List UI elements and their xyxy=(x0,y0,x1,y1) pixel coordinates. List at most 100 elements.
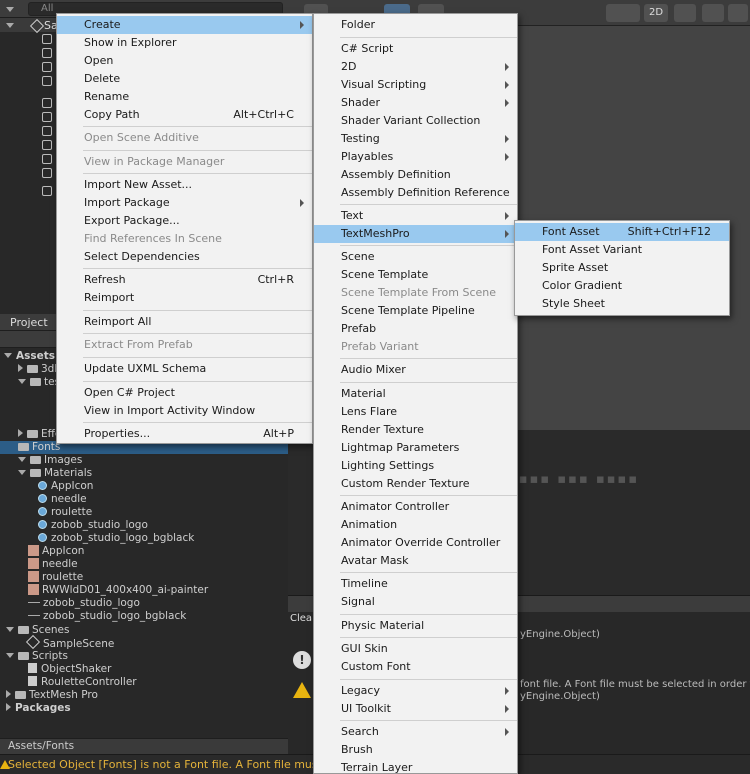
tree-item-zobob-studio-logo-bgblack[interactable]: zobob_studio_logo_bgblack xyxy=(28,610,186,623)
clear-button[interactable]: Clea xyxy=(290,613,312,624)
tree-item-images[interactable]: Images xyxy=(18,454,82,467)
context-menu-item-create[interactable]: Create xyxy=(57,16,312,34)
context-menu-item-export-package[interactable]: Export Package... xyxy=(57,212,312,230)
expand-icon[interactable] xyxy=(6,23,14,28)
lighting-toggle-button[interactable] xyxy=(674,4,696,22)
create-menu-item-testing[interactable]: Testing xyxy=(314,130,517,148)
create-menu-item-assembly-definition-reference[interactable]: Assembly Definition Reference xyxy=(314,184,517,202)
create-menu-item-2d[interactable]: 2D xyxy=(314,58,517,76)
tree-item-zobob-studio-logo[interactable]: zobob_studio_logo xyxy=(38,519,148,532)
context-menu-item-delete[interactable]: Delete xyxy=(57,70,312,88)
context-menu-item-reimport-all[interactable]: Reimport All xyxy=(57,313,312,331)
context-menu-item-import-package[interactable]: Import Package xyxy=(57,194,312,212)
create-menu-item-lighting-settings[interactable]: Lighting Settings xyxy=(314,457,517,475)
context-menu-item-open[interactable]: Open xyxy=(57,52,312,70)
tree-item-zobob-studio-logo-bgblack[interactable]: zobob_studio_logo_bgblack xyxy=(38,532,194,545)
create-menu-item-search[interactable]: Search xyxy=(314,723,517,741)
tree-item-objectshaker[interactable]: ObjectShaker xyxy=(28,663,111,676)
context-menu-item-rename[interactable]: Rename xyxy=(57,88,312,106)
tree-item-assets[interactable]: Assets xyxy=(4,350,55,363)
create-menu-item-terrain-layer[interactable]: Terrain Layer xyxy=(314,759,517,774)
create-menu-item-shader-variant-collection[interactable]: Shader Variant Collection xyxy=(314,112,517,130)
textmeshpro-menu-item-style-sheet[interactable]: Style Sheet xyxy=(515,295,729,313)
effects-toggle-button[interactable] xyxy=(728,4,748,22)
create-menu-item-custom-render-texture[interactable]: Custom Render Texture xyxy=(314,475,517,493)
tree-item-scripts[interactable]: Scripts xyxy=(6,650,68,663)
expanded-arrow-icon[interactable] xyxy=(6,627,14,632)
create-menu-item-physic-material[interactable]: Physic Material xyxy=(314,617,517,635)
create-menu-item-animation[interactable]: Animation xyxy=(314,516,517,534)
sprite-icon xyxy=(28,602,40,603)
collapsed-arrow-icon[interactable] xyxy=(18,429,23,437)
context-menu-item-show-in-explorer[interactable]: Show in Explorer xyxy=(57,34,312,52)
collapsed-arrow-icon[interactable] xyxy=(18,364,23,372)
gizmo-dropdown-button[interactable] xyxy=(606,4,640,22)
tree-item-zobob-studio-logo[interactable]: zobob_studio_logo xyxy=(28,597,140,610)
context-menu-item-update-uxml-schema[interactable]: Update UXML Schema xyxy=(57,360,312,378)
tree-item-appicon[interactable]: AppIcon xyxy=(38,480,93,493)
collapsed-arrow-icon[interactable] xyxy=(6,690,11,698)
expanded-arrow-icon[interactable] xyxy=(4,353,12,358)
tree-item-textmesh-pro[interactable]: TextMesh Pro xyxy=(6,689,98,702)
toggle-2d-button[interactable]: 2D xyxy=(644,4,668,22)
tree-item-tes[interactable]: tes xyxy=(18,376,60,389)
tree-item-rwwldd01-400x400-ai-painter[interactable]: RWWldD01_400x400_ai-painter xyxy=(28,584,208,597)
create-menu-item-visual-scripting[interactable]: Visual Scripting xyxy=(314,76,517,94)
create-menu-item-audio-mixer[interactable]: Audio Mixer xyxy=(314,361,517,379)
tree-item-roulettecontroller[interactable]: RouletteController xyxy=(28,676,137,689)
tree-item-roulette[interactable]: roulette xyxy=(38,506,92,519)
textmeshpro-menu-item-color-gradient[interactable]: Color Gradient xyxy=(515,277,729,295)
create-menu-item-signal[interactable]: Signal xyxy=(314,593,517,611)
context-menu-item-copy-path[interactable]: Copy Path Alt+Ctrl+C xyxy=(57,106,312,124)
create-menu-item-scene[interactable]: Scene xyxy=(314,248,517,266)
expanded-arrow-icon[interactable] xyxy=(18,379,26,384)
textmeshpro-menu-item-font-asset-variant[interactable]: Font Asset Variant xyxy=(515,241,729,259)
tree-item-needle[interactable]: needle xyxy=(28,558,78,571)
tree-item-scenes[interactable]: Scenes xyxy=(6,624,69,637)
create-menu-item-prefab[interactable]: Prefab xyxy=(314,320,517,338)
create-menu-item-assembly-definition[interactable]: Assembly Definition xyxy=(314,166,517,184)
create-menu-item-avatar-mask[interactable]: Avatar Mask xyxy=(314,552,517,570)
create-menu-item-folder[interactable]: Folder xyxy=(314,16,517,34)
tree-item-roulette[interactable]: roulette xyxy=(28,571,83,584)
create-menu-item-c-script[interactable]: C# Script xyxy=(314,40,517,58)
create-menu-item-shader[interactable]: Shader xyxy=(314,94,517,112)
tree-item-appicon[interactable]: AppIcon xyxy=(28,545,84,558)
create-menu-item-timeline[interactable]: Timeline xyxy=(314,575,517,593)
audio-toggle-button[interactable] xyxy=(702,4,724,22)
tree-item-materials[interactable]: Materials xyxy=(18,467,92,480)
create-menu-item-playables[interactable]: Playables xyxy=(314,148,517,166)
collapsed-arrow-icon[interactable] xyxy=(6,703,11,711)
create-menu-item-scene-template[interactable]: Scene Template xyxy=(314,266,517,284)
create-menu-item-custom-font[interactable]: Custom Font xyxy=(314,658,517,676)
create-menu-item-animator-controller[interactable]: Animator Controller xyxy=(314,498,517,516)
tree-item-needle[interactable]: needle xyxy=(38,493,87,506)
create-menu-item-lightmap-parameters[interactable]: Lightmap Parameters xyxy=(314,439,517,457)
create-menu-item-lens-flare[interactable]: Lens Flare xyxy=(314,403,517,421)
dropdown-icon[interactable] xyxy=(6,7,14,12)
create-menu-item-legacy[interactable]: Legacy xyxy=(314,682,517,700)
create-menu-item-animator-override-controller[interactable]: Animator Override Controller xyxy=(314,534,517,552)
textmeshpro-menu-item-sprite-asset[interactable]: Sprite Asset xyxy=(515,259,729,277)
create-menu-item-textmeshpro[interactable]: TextMeshPro xyxy=(314,225,517,243)
textmeshpro-menu-item-font-asset[interactable]: Font Asset Shift+Ctrl+F12 xyxy=(515,223,729,241)
context-menu-item-reimport[interactable]: Reimport xyxy=(57,289,312,307)
create-menu-item-gui-skin[interactable]: GUI Skin xyxy=(314,640,517,658)
context-menu-item-import-new-asset[interactable]: Import New Asset... xyxy=(57,176,312,194)
create-menu-item-material[interactable]: Material xyxy=(314,385,517,403)
create-menu-item-brush[interactable]: Brush xyxy=(314,741,517,759)
expanded-arrow-icon[interactable] xyxy=(18,470,26,475)
context-menu-item-open-c-project[interactable]: Open C# Project xyxy=(57,384,312,402)
context-menu-item-refresh[interactable]: Refresh Ctrl+R xyxy=(57,271,312,289)
create-menu-item-ui-toolkit[interactable]: UI Toolkit xyxy=(314,700,517,718)
tree-item-packages[interactable]: Packages xyxy=(6,702,71,715)
tree-item-samplescene[interactable]: SampleScene xyxy=(25,634,114,650)
create-menu-item-render-texture[interactable]: Render Texture xyxy=(314,421,517,439)
context-menu-item-view-in-import-activity-window[interactable]: View in Import Activity Window xyxy=(57,402,312,420)
create-menu-item-scene-template-pipeline[interactable]: Scene Template Pipeline xyxy=(314,302,517,320)
context-menu-item-properties[interactable]: Properties... Alt+P xyxy=(57,425,312,443)
expanded-arrow-icon[interactable] xyxy=(6,653,14,658)
expanded-arrow-icon[interactable] xyxy=(18,457,26,462)
context-menu-item-select-dependencies[interactable]: Select Dependencies xyxy=(57,248,312,266)
create-menu-item-text[interactable]: Text xyxy=(314,207,517,225)
